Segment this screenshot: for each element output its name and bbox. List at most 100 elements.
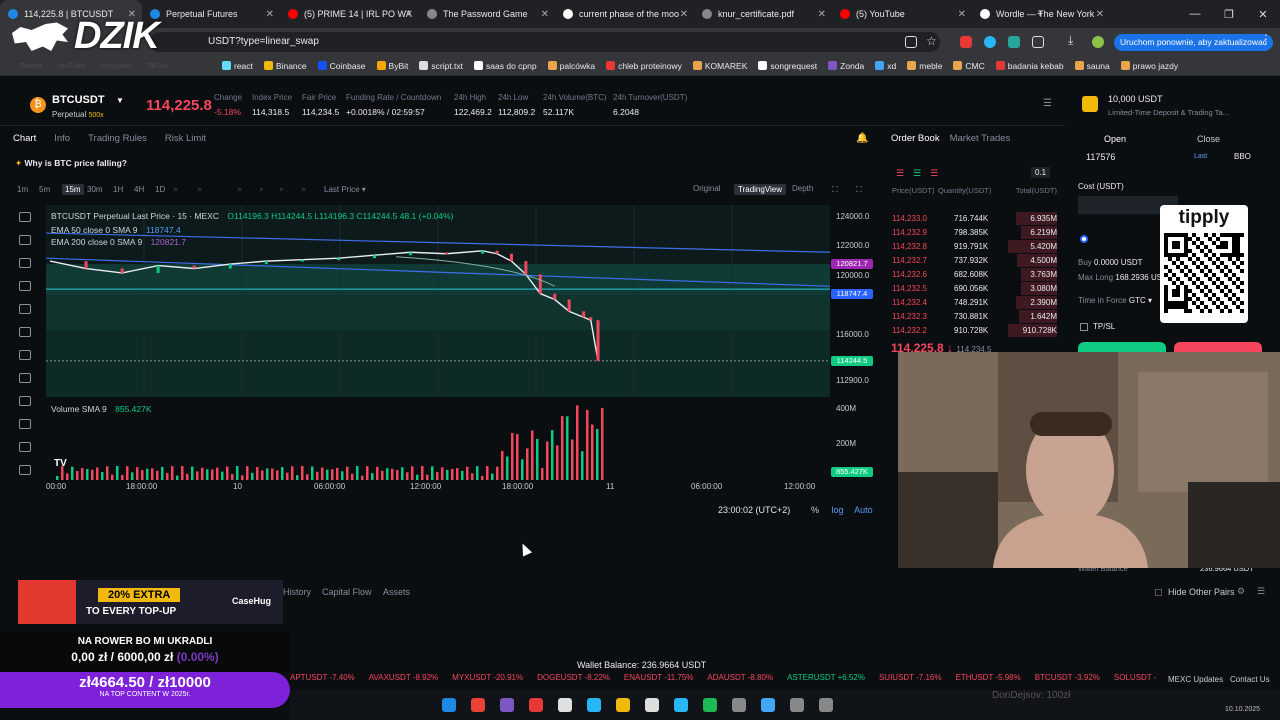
orderbook-ask-row[interactable]: 114,232.7 737.932K 4.500M [892,254,1057,267]
close-tab-icon[interactable]: ✕ [1096,9,1104,20]
orderbook-ask-row[interactable]: 114,232.5 690.056K 3.080M [892,282,1057,295]
bookmark-item[interactable]: TikTok [147,61,168,70]
timeframe-5m[interactable]: 5m [39,185,50,194]
taskbar-app-icon[interactable] [500,698,514,712]
trendline-icon[interactable] [19,235,31,245]
tab-open[interactable]: Open [1104,134,1126,144]
hide-pairs-checkbox[interactable] [1155,589,1162,596]
precision-select[interactable]: 0.1 [1031,167,1051,178]
indicator-icon[interactable]: ▫ [238,185,241,194]
bookmark-item[interactable]: saas do cpnp [474,61,537,71]
maximize-icon[interactable]: ❐ [1212,8,1246,21]
url-field[interactable]: USDT?type=linear_swap [150,32,940,52]
orderbook-layout-icon[interactable]: ☰ [896,168,904,179]
extension-icon-2[interactable] [984,36,996,48]
text-icon[interactable] [19,304,31,314]
orderbook-asks-icon[interactable]: ☰ [930,168,938,179]
browser-tab[interactable]: (5) YouTube ✕ [832,0,972,28]
settings-icon[interactable]: ☰ [1043,98,1052,109]
close-tab-icon[interactable]: ✕ [541,9,549,20]
taskbar-app-icon[interactable] [732,698,746,712]
favorite-icon[interactable] [19,373,31,383]
list-icon[interactable]: ☰ [1257,586,1265,597]
orderbook-ask-row[interactable]: 114,232.3 730.881K 1.642M [892,310,1057,323]
tab-capital-flow[interactable]: Capital Flow [322,587,372,597]
tab-history[interactable]: History [283,587,311,597]
time-in-force[interactable]: Time in Force GTC ▾ [1078,296,1152,305]
ticker-item[interactable]: APTUSDT -7.40% [290,673,355,682]
auto-scale-toggle[interactable]: Auto [854,505,873,515]
download-icon[interactable]: ⤓ [1068,33,1080,47]
menu-icon[interactable]: ⋮ [1260,32,1272,46]
ticker-item[interactable]: ENAUSDT -11.75% [624,673,694,682]
layout-icon[interactable]: ▫ [280,185,283,194]
browser-tab[interactable]: current phase of the moo ✕ [555,0,694,28]
promo-title[interactable]: 10,000 USDT [1108,94,1163,104]
bookmark-item[interactable]: prawo jazdy [1120,61,1178,71]
bookmark-item[interactable]: ByBit [376,61,408,71]
ticker-item[interactable]: SOLUSDT - [1114,673,1157,682]
ticker-item[interactable]: BTCUSDT -3.92% [1035,673,1100,682]
mexc-updates-link[interactable]: MEXC Updates [1168,675,1223,684]
orderbook-ask-row[interactable]: 114,233.0 716.744K 6.935M [892,212,1057,225]
taskbar-app-icon[interactable] [587,698,601,712]
bookmark-item[interactable]: sauna [1074,61,1110,71]
view-tradingview[interactable]: TradingView [734,184,787,195]
timeframe-30m[interactable]: 30m [87,185,103,194]
taskbar-app-icon[interactable] [703,698,717,712]
browser-tab[interactable]: (5) PRIME 14 | IRL PO WA ✕ [280,0,419,28]
ticker-item[interactable]: MYXUSDT -20.91% [452,673,523,682]
bookmark-item[interactable]: Zonda [828,61,864,71]
price-input[interactable]: 117576 [1086,152,1115,162]
ruler-icon[interactable] [19,396,31,406]
leverage-slider-handle[interactable] [1080,235,1088,243]
bookmark-item[interactable]: KOMAREK [692,61,747,71]
taskbar-app-icon[interactable] [529,698,543,712]
tab-chart[interactable]: Chart [13,133,36,144]
bookmark-item[interactable]: xd [875,61,896,71]
last-price-button[interactable]: Last [1194,153,1207,160]
orderbook-ask-row[interactable]: 114,232.8 919.791K 5.420M [892,240,1057,253]
tpsl-checkbox[interactable] [1080,323,1088,331]
puzzle-icon[interactable] [1032,36,1044,48]
measure-icon[interactable] [19,350,31,360]
browser-tab[interactable]: knur_certificate.pdf ✕ [694,0,832,28]
extension-icon-1[interactable] [960,36,972,48]
chevron-down-icon[interactable]: ▫ [174,185,177,194]
close-tab-icon[interactable]: ✕ [818,9,826,20]
bookmark-item[interactable]: meble [907,61,942,71]
timeframe-1m[interactable]: 1m [17,185,28,194]
screenshot-icon[interactable]: ▫ [302,185,305,194]
bookmark-item[interactable]: Twitter [20,61,42,70]
timeframe-1H[interactable]: 1H [113,185,123,194]
fullscreen-icon[interactable]: ⛶ [832,185,838,195]
bookmark-item[interactable]: YouTube [56,61,85,70]
tab-trading-rules[interactable]: Trading Rules [88,133,147,144]
ticker-item[interactable]: ASTERUSDT +6.52% [787,673,865,682]
ticker-item[interactable]: AVAXUSDT -8.92% [369,673,438,682]
bookmark-item[interactable]: CMC [953,61,985,71]
pattern-icon[interactable] [19,327,31,337]
timeframe-15m[interactable]: 15m [62,184,84,195]
timeframe-1D[interactable]: 1D [155,185,165,194]
minimize-icon[interactable]: — [1178,8,1212,20]
bookmark-item[interactable]: chleb proteinowy [606,61,682,71]
orderbook-bids-icon[interactable]: ☰ [913,168,921,179]
bookmark-item[interactable]: songrequest [758,61,817,71]
tab-close[interactable]: Close [1197,134,1220,144]
close-tab-icon[interactable]: ✕ [405,9,413,20]
taskbar-app-icon[interactable] [471,698,485,712]
brush-icon[interactable] [19,281,31,291]
tab-assets[interactable]: Assets [383,587,410,597]
close-tab-icon[interactable]: ✕ [958,9,966,20]
cost-label[interactable]: Cost (USDT) [1078,182,1124,191]
timeframe-4H[interactable]: 4H [134,185,144,194]
symbol-name[interactable]: BTCUSDT [52,94,105,106]
percent-scale-toggle[interactable]: % [811,505,819,515]
ticker-item[interactable]: ADAUSDT -8.80% [707,673,773,682]
taskbar-app-icon[interactable] [616,698,630,712]
orderbook-ask-row[interactable]: 114,232.9 798.385K 6.219M [892,226,1057,239]
orderbook-ask-row[interactable]: 114,232.2 910.728K 910.728K [892,324,1057,337]
log-scale-toggle[interactable]: log [832,505,844,515]
extension-icon-3[interactable] [1008,36,1020,48]
